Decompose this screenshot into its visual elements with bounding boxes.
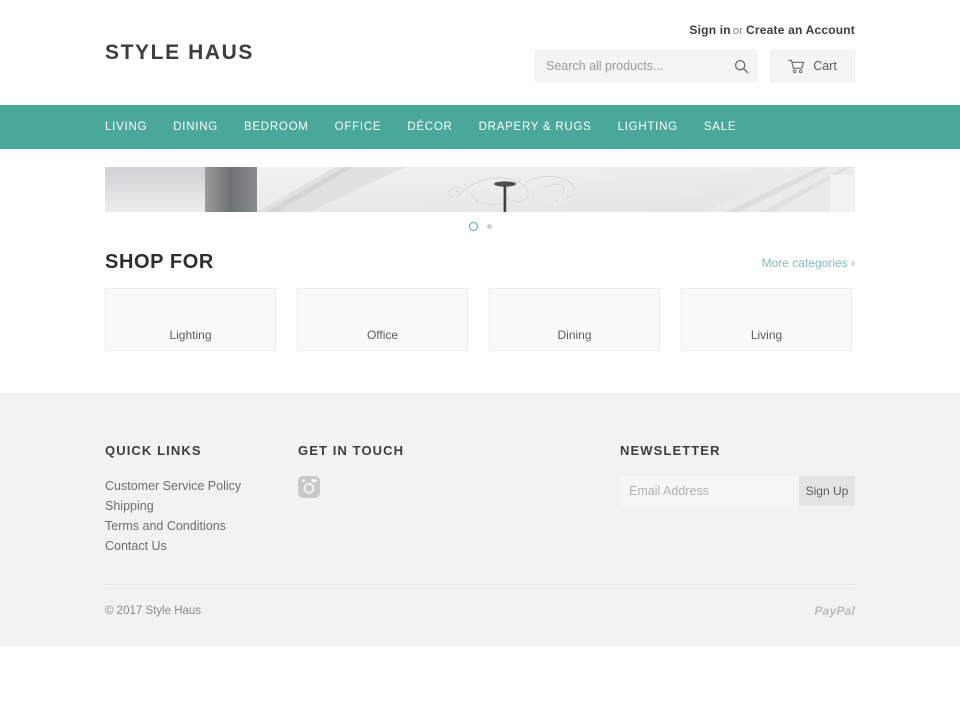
footer-link[interactable]: Terms and Conditions bbox=[105, 516, 298, 536]
nav-item-sale[interactable]: SALE bbox=[704, 105, 736, 149]
quick-links-title: QUICK LINKS bbox=[105, 443, 202, 458]
category-card[interactable]: Office bbox=[297, 288, 468, 351]
nav-item-drapery-rugs[interactable]: DRAPERY & RUGS bbox=[479, 105, 592, 149]
category-card[interactable]: Dining bbox=[489, 288, 660, 351]
instagram-link[interactable] bbox=[298, 476, 320, 498]
category-grid: Lighting Office Dining Living bbox=[105, 288, 855, 351]
category-label: Living bbox=[750, 328, 783, 342]
hero-image bbox=[105, 167, 855, 212]
nav-item-bedroom[interactable]: BEDROOM bbox=[244, 105, 309, 149]
site-header: Sign inorCreate an Account STYLE HAUS bbox=[0, 0, 960, 105]
nav-item-dining[interactable]: DINING bbox=[173, 105, 218, 149]
search-submit-button[interactable] bbox=[726, 51, 756, 81]
sign-in-link[interactable]: Sign in bbox=[689, 23, 730, 37]
copyright-text: © 2017 Style Haus bbox=[105, 605, 202, 617]
category-label: Dining bbox=[557, 328, 592, 342]
shopping-cart-icon bbox=[788, 59, 805, 73]
paypal-logo: PayPal bbox=[814, 604, 855, 618]
site-logo[interactable]: STYLE HAUS bbox=[105, 41, 254, 65]
newsletter-title: NEWSLETTER bbox=[620, 443, 721, 458]
slider-dot-1[interactable] bbox=[468, 221, 478, 231]
category-label: Lighting bbox=[169, 328, 212, 342]
email-field[interactable] bbox=[620, 476, 799, 506]
sign-up-button[interactable]: Sign Up bbox=[799, 476, 855, 506]
account-separator: or bbox=[732, 25, 744, 37]
shop-for-section: SHOP FOR More categories › Lighting Offic… bbox=[105, 249, 855, 351]
footer-newsletter: NEWSLETTER Sign Up bbox=[620, 443, 855, 556]
hero-section bbox=[105, 149, 855, 237]
nav-item-d-cor[interactable]: DÉCOR bbox=[407, 105, 452, 149]
get-in-touch-title: GET IN TOUCH bbox=[298, 443, 405, 458]
footer-get-in-touch: GET IN TOUCH bbox=[298, 443, 620, 556]
footer-link[interactable]: Shipping bbox=[105, 496, 298, 516]
slider-dot-2[interactable] bbox=[486, 223, 492, 229]
footer-link[interactable]: Customer Service Policy bbox=[105, 476, 298, 496]
instagram-icon bbox=[298, 476, 320, 498]
cart-button[interactable]: Cart bbox=[770, 50, 855, 82]
more-categories-link[interactable]: More categories › bbox=[762, 256, 855, 270]
category-card[interactable]: Living bbox=[681, 288, 852, 351]
nav-item-living[interactable]: LIVING bbox=[105, 105, 147, 149]
main-navigation: LIVING DINING BEDROOM OFFICE DÉCOR DRAPERY & … bbox=[0, 105, 960, 149]
hero-slider-dots bbox=[105, 215, 855, 237]
search-icon bbox=[734, 59, 748, 73]
cart-label: Cart bbox=[813, 59, 837, 73]
category-label: Office bbox=[366, 328, 399, 342]
site-footer: QUICK LINKS Customer Service Policy Shipp… bbox=[0, 393, 960, 646]
nav-item-office[interactable]: OFFICE bbox=[335, 105, 382, 149]
hero-banner[interactable] bbox=[105, 167, 855, 212]
category-card[interactable]: Lighting bbox=[105, 288, 276, 351]
footer-link[interactable]: Contact Us bbox=[105, 536, 298, 556]
account-bar: Sign in or Create an Account bbox=[689, 23, 855, 37]
footer-quick-links: QUICK LINKS Customer Service Policy Shipp… bbox=[105, 443, 298, 556]
search-box[interactable] bbox=[535, 50, 757, 82]
newsletter-form: Sign Up bbox=[620, 476, 855, 506]
page-root: Sign inorCreate an Account STYLE HAUS bbox=[0, 0, 960, 646]
social-links bbox=[298, 476, 620, 498]
page-title: SHOP FOR bbox=[105, 251, 214, 273]
create-account-link[interactable]: Create an Account bbox=[746, 23, 855, 37]
nav-item-lighting[interactable]: LIGHTING bbox=[618, 105, 678, 149]
search-input[interactable] bbox=[536, 59, 726, 73]
